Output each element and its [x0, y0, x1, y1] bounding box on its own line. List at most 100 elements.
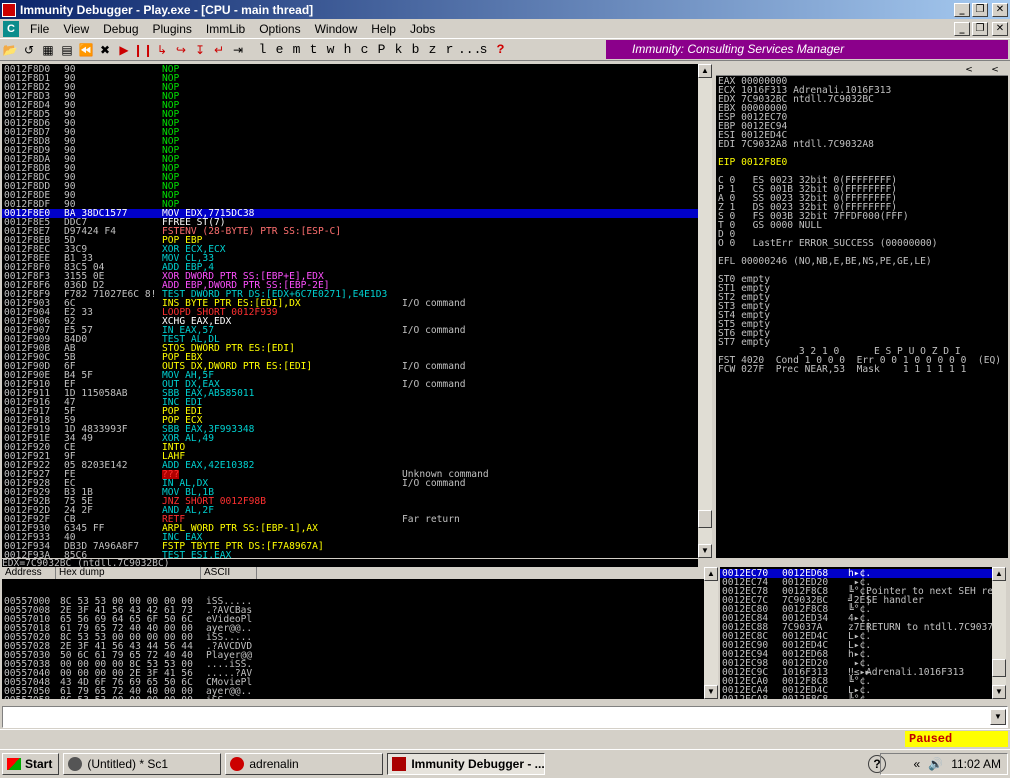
- disassembly-row[interactable]: 0012F8EE B1 33 MOV CL,33: [2, 254, 698, 264]
- mdi-restore-button[interactable]: ❐: [972, 21, 988, 36]
- disassembly-row[interactable]: 0012F93A 85C6 TEST ESI,EAX: [2, 551, 698, 558]
- list-icon[interactable]: ▤: [58, 41, 76, 59]
- disassembly-row[interactable]: 0012F8D4 90 NOP: [2, 101, 698, 111]
- scroll-down-button[interactable]: ▼: [698, 544, 712, 558]
- disassembly-row[interactable]: 0012F8D6 90 NOP: [2, 119, 698, 129]
- disassembly-row[interactable]: 0012F8F9 F782 71027E6C 8! TEST DWORD PTR D…: [2, 290, 698, 300]
- dump-pane[interactable]: 00557000 8C 53 53 00 00 00 00 00 iSS..... 0…: [2, 579, 704, 699]
- menu-view[interactable]: View: [56, 22, 96, 36]
- memory-button[interactable]: m: [288, 42, 305, 57]
- disassembly-row[interactable]: 0012F8D7 90 NOP: [2, 128, 698, 138]
- scroll-up-button[interactable]: ▲: [704, 567, 718, 581]
- consulting-banner[interactable]: Immunity: Consulting Services Manager: [606, 40, 1008, 59]
- disassembly-row[interactable]: 0012F90E B4 5F MOV AH,5F: [2, 371, 698, 381]
- scroll-thumb[interactable]: [698, 510, 712, 528]
- disassembly-row[interactable]: 0012F8DC 90 NOP: [2, 173, 698, 183]
- scroll-thumb[interactable]: [992, 659, 1006, 677]
- step-over-icon[interactable]: ↪: [172, 41, 190, 59]
- taskbar-item-adrenalin[interactable]: adrenalin: [225, 753, 384, 775]
- scroll-down-button[interactable]: ▼: [704, 685, 718, 699]
- volume-icon[interactable]: 🔊: [928, 757, 943, 771]
- stack-row[interactable]: 0012ECA8 0012F8C8 ╚°¢.: [720, 695, 992, 699]
- disassembly-row[interactable]: 0012F916 47 INC EDI: [2, 398, 698, 408]
- menu-help[interactable]: Help: [364, 22, 403, 36]
- rewind-icon[interactable]: ⏪: [77, 41, 95, 59]
- title-bar[interactable]: Immunity Debugger - Play.exe - [CPU - ma…: [0, 0, 1010, 19]
- registers-pane[interactable]: Registers (FPU) < < EAX 00000000 ECX 1016F…: [716, 64, 1008, 558]
- disassembly-row[interactable]: 0012F904 E2 33 LOOPD SHORT 0012F939: [2, 308, 698, 318]
- disassembly-row[interactable]: 0012F911 1D 115058AB SBB EAX,AB585011: [2, 389, 698, 399]
- source-button[interactable]: s: [475, 42, 492, 57]
- disassembly-row[interactable]: 0012F8D9 90 NOP: [2, 146, 698, 156]
- minimize-button[interactable]: _: [954, 2, 970, 17]
- taskbar-item-sc1[interactable]: (Untitled) * Sc1: [63, 753, 222, 775]
- register-line[interactable]: O 0 LastErr ERROR_SUCCESS (00000000): [718, 239, 1001, 249]
- disassembly-row[interactable]: 0012F909 84D0 TEST AL,DL: [2, 335, 698, 345]
- disassembly-row[interactable]: 0012F8D5 90 NOP: [2, 110, 698, 120]
- menu-debug[interactable]: Debug: [96, 22, 145, 36]
- disassembly-row[interactable]: 0012F92F CB RETF Far return: [2, 515, 698, 525]
- maximize-button[interactable]: ❐: [972, 2, 988, 17]
- dump-scrollbar[interactable]: ▲ ▼: [704, 567, 718, 699]
- menu-jobs[interactable]: Jobs: [403, 22, 442, 36]
- disassembly-row[interactable]: 0012F8D8 90 NOP: [2, 137, 698, 147]
- stack-scrollbar[interactable]: ▲ ▼: [992, 567, 1006, 699]
- menu-plugins[interactable]: Plugins: [146, 22, 199, 36]
- trace-into-icon[interactable]: ↧: [191, 41, 209, 59]
- disassembly-row[interactable]: 0012F91E 34 49 XOR AL,49: [2, 434, 698, 444]
- disassembly-row[interactable]: 0012F92D 24 2F AND AL,2F: [2, 506, 698, 516]
- register-line[interactable]: EFL 00000246 (NO,NB,E,BE,NS,PE,GE,LE): [718, 257, 1001, 267]
- chevron-left-icon[interactable]: <: [956, 64, 982, 76]
- disassembly-row[interactable]: 0012F90C 5B POP EBX: [2, 353, 698, 363]
- chevron-right-icon[interactable]: <: [982, 64, 1008, 76]
- mdi-minimize-button[interactable]: _: [954, 21, 970, 36]
- col-hex-dump[interactable]: Hex dump: [56, 567, 201, 579]
- col-address[interactable]: Address: [2, 567, 56, 579]
- register-line[interactable]: T 0 GS 0000 NULL: [718, 221, 1001, 231]
- list-icon[interactable]: ▦: [39, 41, 57, 59]
- dump-row[interactable]: 00557058 8C 53 53 00 00 00 00 00 iSS.....: [2, 696, 704, 699]
- disassembly-row[interactable]: 0012F8EC 33C9 XOR ECX,ECX: [2, 245, 698, 255]
- register-line[interactable]: FCW 027F Prec NEAR,53 Mask 1 1 1 1 1 1: [718, 365, 1001, 375]
- clock[interactable]: 11:02 AM: [951, 757, 1001, 771]
- disassembly-row[interactable]: 0012F8EB 5D POP EBP: [2, 236, 698, 246]
- close-button[interactable]: ✕: [992, 2, 1008, 17]
- pause-icon[interactable]: ❙❙: [133, 41, 153, 59]
- hw-breakpoints-button[interactable]: z: [424, 42, 441, 57]
- disassembly-row[interactable]: 0012F920 CE INTO: [2, 443, 698, 453]
- threads-button[interactable]: t: [305, 42, 322, 57]
- windows-button[interactable]: w: [322, 42, 339, 57]
- back-icon[interactable]: «: [914, 757, 921, 771]
- command-input[interactable]: ▼: [2, 706, 1008, 728]
- disassembly-row[interactable]: 0012F8E7 D97424 F4 FSTENV (28-BYTE) PTR SS…: [2, 227, 698, 237]
- menu-immlib[interactable]: ImmLib: [199, 22, 252, 36]
- start-button[interactable]: Start: [2, 753, 60, 775]
- disassembly-row[interactable]: 0012F917 5F POP EDI: [2, 407, 698, 417]
- menu-window[interactable]: Window: [308, 22, 365, 36]
- run-trace-button[interactable]: ...: [458, 42, 481, 57]
- disassembly-row[interactable]: 0012F928 EC IN AL,DX I/O command: [2, 479, 698, 489]
- execute-till-return-icon[interactable]: ⇥: [229, 41, 247, 59]
- register-line[interactable]: EIP 0012F8E0: [718, 158, 1001, 168]
- disassembly-row[interactable]: 0012F8DA 90 NOP: [2, 155, 698, 165]
- restart-icon[interactable]: ↺: [20, 41, 38, 59]
- step-into-icon[interactable]: ↳: [153, 41, 171, 59]
- breakpoints-button[interactable]: b: [407, 42, 424, 57]
- stack-pane[interactable]: 0012EC70 0012ED68 h▸¢. 0012EC74 0012ED20 ▸¢.…: [720, 567, 992, 699]
- register-line[interactable]: EDI 7C9032A8 ntdll.7C9032A8: [718, 140, 1001, 150]
- close-icon[interactable]: ✖: [96, 41, 114, 59]
- disassembly-row[interactable]: 0012F934 DB3D 7A96A8F7 FSTP TBYTE PTR DS:[…: [2, 542, 698, 552]
- disassembly-row[interactable]: 0012F919 1D 4833993F SBB EAX,3F993348: [2, 425, 698, 435]
- disassembly-row[interactable]: 0012F8DB 90 NOP: [2, 164, 698, 174]
- disassembly-row[interactable]: 0012F90D 6F OUTS DX,DWORD PTR ES:[EDI] I/O …: [2, 362, 698, 372]
- disassembly-row[interactable]: 0012F8D1 90 NOP: [2, 74, 698, 84]
- handles-button[interactable]: h: [339, 42, 356, 57]
- trace-over-icon[interactable]: ↵: [210, 41, 228, 59]
- references-button[interactable]: r: [441, 42, 458, 57]
- disassembly-row[interactable]: 0012F906 92 XCHG EAX,EDX: [2, 317, 698, 327]
- cpu-button[interactable]: c: [356, 42, 373, 57]
- cpu-window-icon[interactable]: C: [3, 20, 19, 37]
- disassembly-pane[interactable]: 0012F8D0 90 NOP 0012F8D1 90 NOP 0012F8D2 90 NOP 0…: [2, 64, 698, 558]
- open-icon[interactable]: 📂: [1, 41, 19, 59]
- disassembly-row[interactable]: 0012F930 6345 FF ARPL WORD PTR SS:[EBP-1],…: [2, 524, 698, 534]
